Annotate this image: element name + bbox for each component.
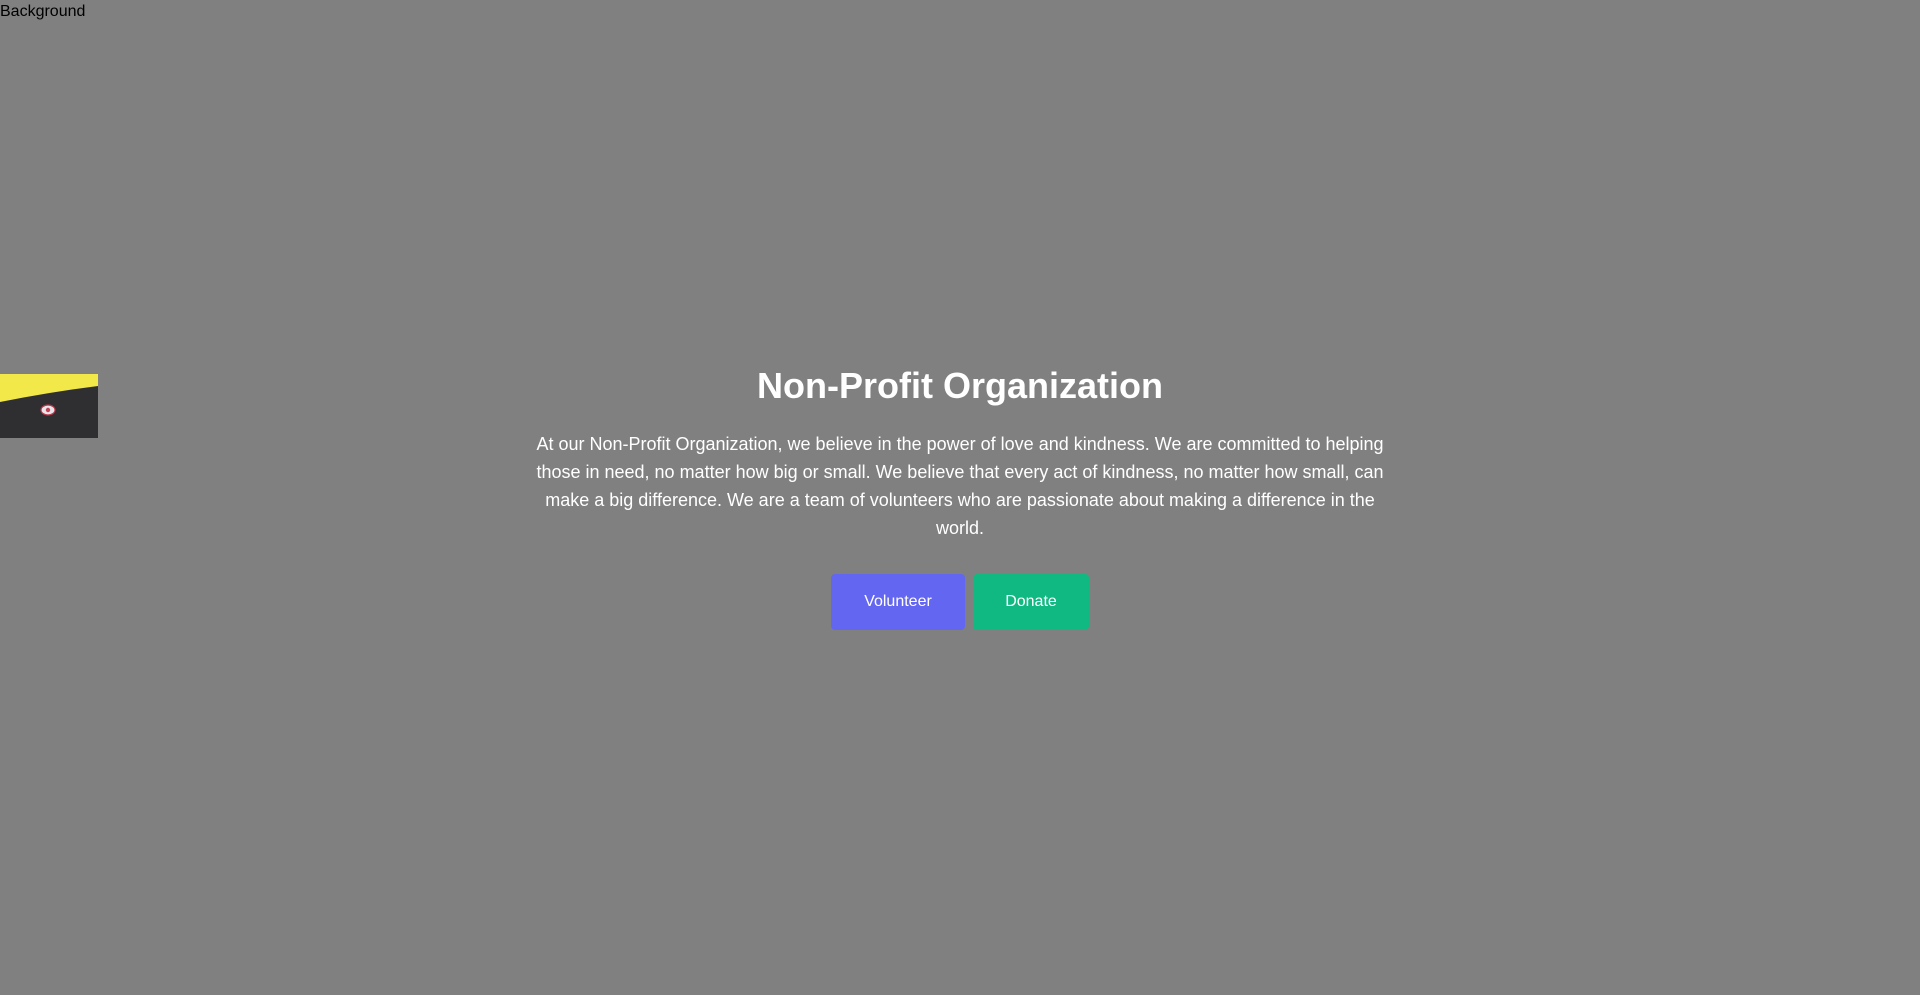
cta-buttons: Volunteer Donate <box>0 574 1920 630</box>
hero-description: At our Non-Profit Organization, we belie… <box>536 434 1384 538</box>
background-label: Background <box>0 3 86 20</box>
hero-section: Non-Profit Organization At our Non-Profi… <box>0 360 1920 630</box>
volunteer-button[interactable]: Volunteer <box>831 574 965 630</box>
donate-button[interactable]: Donate <box>973 574 1089 630</box>
hero-title: Non-Profit Organization <box>757 365 1163 406</box>
